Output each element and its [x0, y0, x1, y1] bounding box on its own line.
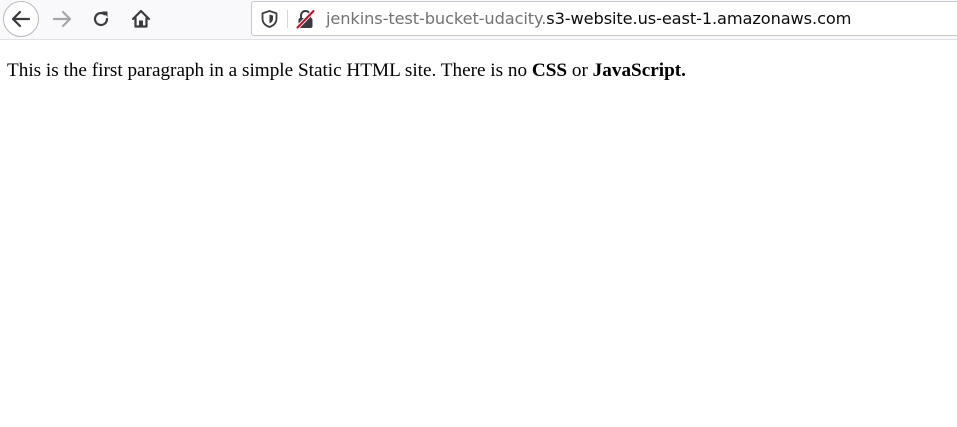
home-button[interactable] [123, 1, 159, 37]
insecure-lock-icon[interactable] [296, 9, 315, 29]
arrow-left-icon [11, 10, 31, 28]
paragraph-text: This is the first paragraph in a simple … [7, 60, 532, 81]
reload-icon [93, 11, 109, 27]
css-bold-text: CSS [531, 60, 568, 81]
url-subdomain: jenkins-test-bucket-udacity. [326, 9, 547, 28]
url-domain: s3-website.us-east-1.amazonaws.com [546, 9, 852, 28]
browser-toolbar: jenkins-test-bucket-udacity.s3-website.u… [0, 0, 957, 40]
first-paragraph: This is the first paragraph in a simple … [7, 60, 686, 82]
forward-button[interactable] [44, 1, 80, 37]
arrow-right-icon [52, 10, 72, 28]
javascript-bold-text: JavaScript. [592, 60, 686, 81]
home-icon [131, 9, 151, 28]
address-bar[interactable]: jenkins-test-bucket-udacity.s3-website.u… [251, 1, 957, 36]
reload-button[interactable] [83, 1, 119, 37]
url-text[interactable]: jenkins-test-bucket-udacity.s3-website.u… [326, 2, 851, 35]
paragraph-text-middle: or [567, 60, 593, 81]
shield-icon[interactable] [261, 10, 278, 28]
back-button[interactable] [3, 1, 39, 37]
urlbar-separator [287, 10, 288, 28]
